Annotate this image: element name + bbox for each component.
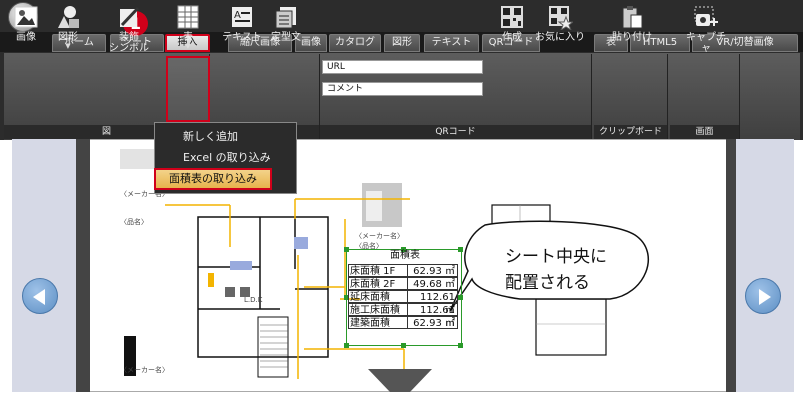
- qr-create-button[interactable]: 作成: [492, 4, 532, 62]
- tab-catalog[interactable]: カタログ: [329, 34, 381, 52]
- table-button-highlight: [166, 56, 210, 122]
- group-screen-label: 画面: [670, 125, 739, 139]
- group-screen: 画面: [670, 54, 740, 139]
- area-table-title: 面積表: [390, 250, 420, 261]
- image-icon: [14, 6, 38, 28]
- next-sheet-button[interactable]: [745, 278, 781, 314]
- shape-icon: [58, 6, 79, 28]
- menu-item-area-table-import[interactable]: 面積表の取り込み: [154, 168, 272, 190]
- resize-handle[interactable]: [458, 247, 463, 252]
- svg-text:A: A: [234, 10, 241, 21]
- area-table-row: 施工床面積 112.61 ㎡: [348, 303, 458, 329]
- area-table-row: 建築面積 62.93 ㎡: [348, 316, 458, 329]
- area-table-row: 延床面積 112.61 ㎡: [348, 290, 458, 316]
- decoration-symbol-icon: [120, 6, 140, 27]
- resize-handle[interactable]: [458, 343, 463, 348]
- camera-icon: [694, 6, 718, 26]
- qr-favorite-button[interactable]: お気に入り: [532, 4, 588, 62]
- template-text-button[interactable]: 定型文: [266, 4, 306, 62]
- product-name-label: 〈品名〉: [120, 218, 148, 226]
- product-image: [120, 149, 156, 169]
- sheet-right-edge: [726, 139, 736, 392]
- resize-handle[interactable]: [344, 343, 349, 348]
- resize-handle[interactable]: [458, 295, 463, 300]
- capture-button[interactable]: キャプチャ: [683, 4, 729, 62]
- product-maker-label: 〈メーカー名〉: [120, 366, 169, 374]
- right-nav-panel: [736, 139, 794, 392]
- decoration-symbol-button[interactable]: 装飾 シンボル: [104, 4, 154, 62]
- floor-plan-1f: [197, 216, 329, 378]
- chevron-down-icon: ▼: [65, 42, 71, 50]
- group-qrcode-label: QRコード: [320, 125, 591, 139]
- area-table-row: 床面積 2F 49.68 ㎡: [348, 277, 458, 290]
- table-button[interactable]: 表 ▼: [168, 4, 208, 62]
- resize-handle[interactable]: [401, 343, 406, 348]
- chevron-down-icon: ▼: [185, 42, 191, 50]
- group-clipboard: クリップボード: [594, 54, 668, 139]
- shape-button[interactable]: 図形 ▼: [48, 4, 88, 62]
- qr-code-icon: [501, 6, 523, 28]
- cursor-marker: [368, 369, 432, 392]
- paste-button[interactable]: 貼り付け: [612, 4, 652, 62]
- menu-item-excel-import[interactable]: Excel の取り込み: [155, 147, 296, 168]
- paste-icon: [622, 6, 643, 29]
- tab-text[interactable]: テキスト: [424, 34, 479, 52]
- resize-handle[interactable]: [344, 247, 349, 252]
- text-button[interactable]: A テキスト: [222, 4, 262, 62]
- qr-favorite-icon: [549, 6, 573, 30]
- callout-text: シート中央に 配置される: [505, 247, 607, 293]
- qr-url-field[interactable]: URL: [322, 60, 483, 74]
- area-table-row: 床面積 1F 62.93 ㎡: [348, 264, 458, 277]
- text-icon: A: [232, 7, 252, 27]
- template-text-icon: [275, 7, 296, 29]
- tab-shape[interactable]: 図形: [384, 34, 420, 52]
- room-label: L.D.K: [244, 296, 263, 304]
- left-nav-panel: [12, 139, 76, 392]
- image-button[interactable]: 画像: [6, 4, 46, 62]
- table-icon: [177, 5, 199, 29]
- previous-sheet-button[interactable]: [22, 278, 58, 314]
- group-clipboard-label: クリップボード: [594, 125, 667, 139]
- product-maker-label: 〈メーカー名〉: [355, 232, 404, 240]
- menu-item-new[interactable]: 新しく追加: [155, 126, 296, 147]
- sheet-left-edge: [76, 139, 90, 392]
- qr-comment-field[interactable]: コメント: [322, 82, 483, 96]
